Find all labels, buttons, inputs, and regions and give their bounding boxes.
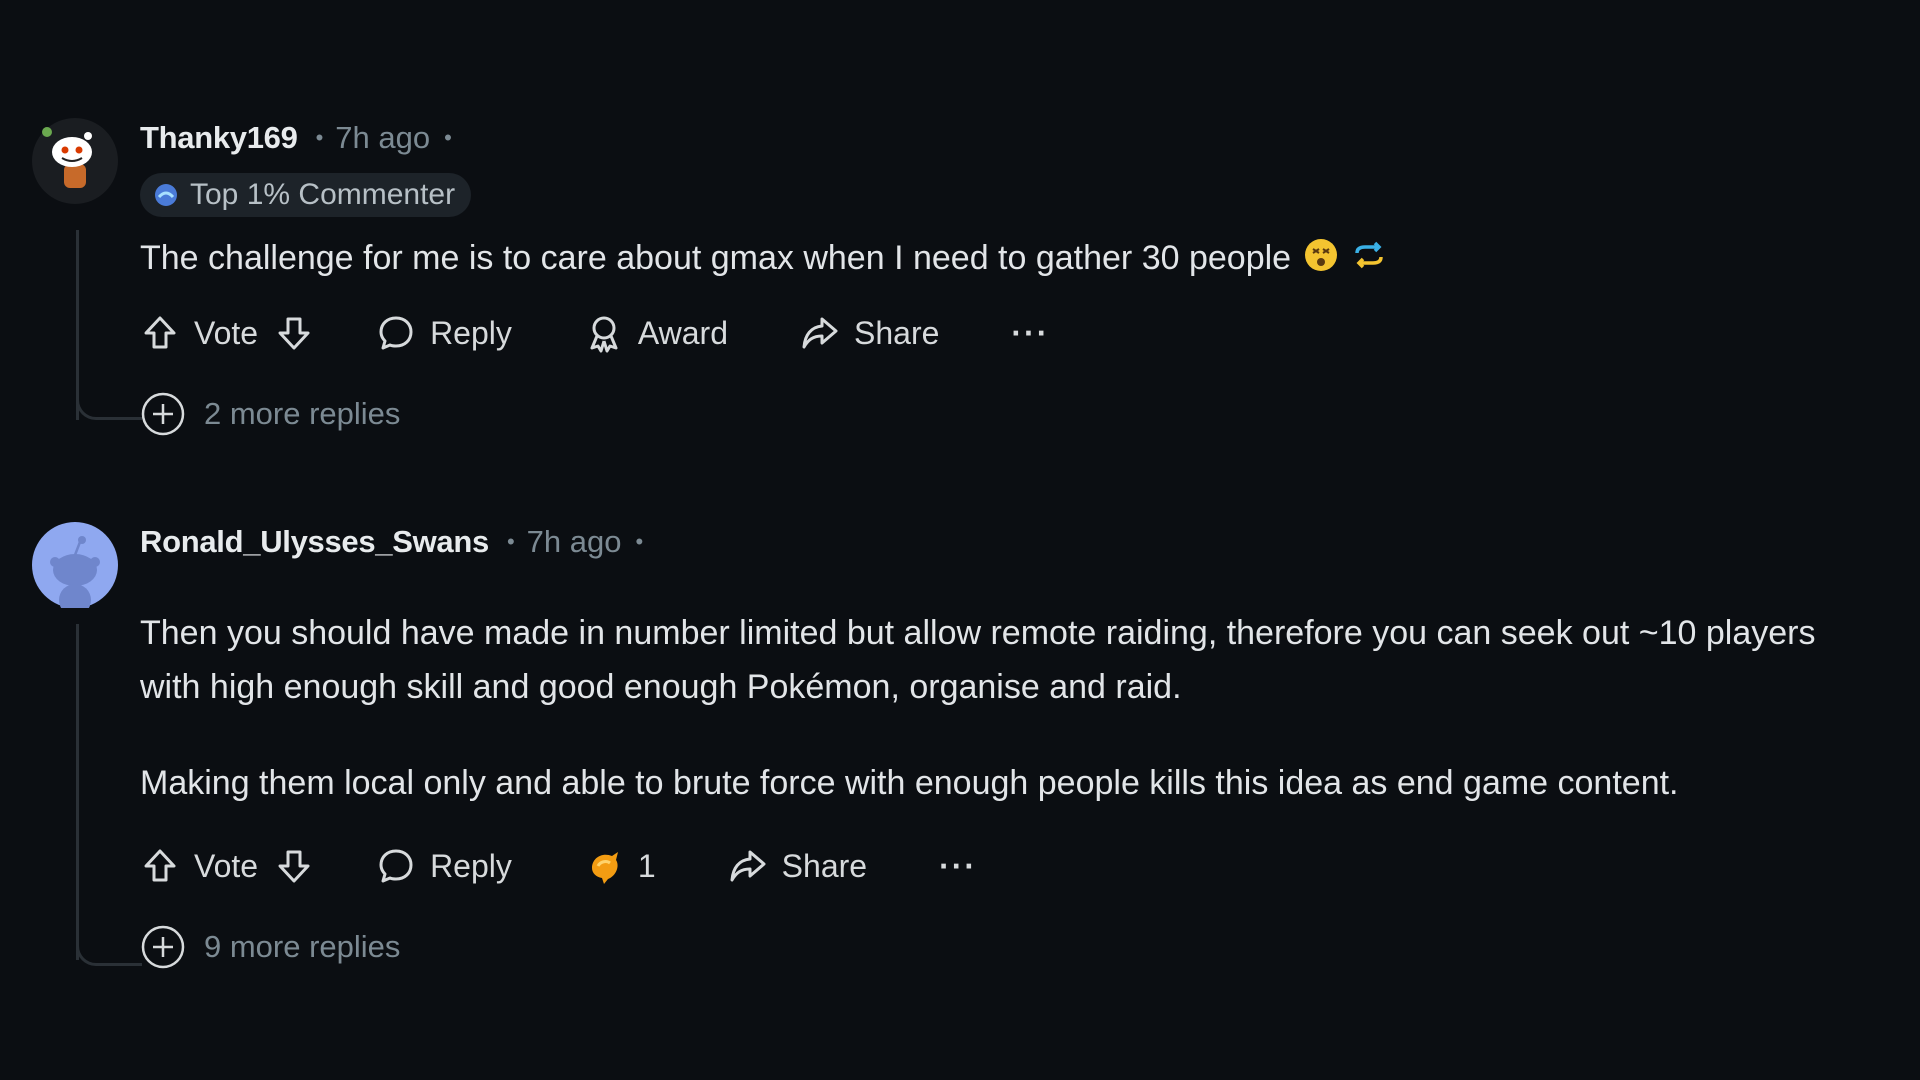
- vote-count: Vote: [194, 847, 259, 884]
- upvote-icon: [144, 849, 176, 882]
- expand-icon: [141, 925, 185, 969]
- award-emoji-icon: [591, 852, 618, 884]
- share-icon: [802, 317, 838, 349]
- comment-actions: Vote Reply Award Share ···: [140, 305, 1872, 361]
- reply-icon: [379, 316, 413, 350]
- downvote-button[interactable]: [274, 313, 314, 353]
- more-icon: ···: [1011, 314, 1050, 351]
- comment-actions: Vote Reply 1 Share ···: [140, 838, 1872, 894]
- thread-connector: [76, 396, 142, 420]
- timestamp[interactable]: 7h ago: [335, 120, 430, 156]
- dizzy-face-emoji-icon: [1305, 239, 1338, 271]
- username[interactable]: Ronald_Ulysses_Swans: [140, 524, 489, 560]
- timestamp[interactable]: 7h ago: [527, 524, 622, 560]
- avatar[interactable]: [32, 118, 118, 204]
- comment-meta: Thanky169 • 7h ago •: [140, 118, 1872, 158]
- username[interactable]: Thanky169: [140, 120, 298, 156]
- flair-label: Top 1% Commenter: [190, 178, 456, 211]
- award-button[interactable]: 1: [584, 846, 656, 886]
- upvote-button[interactable]: [140, 313, 180, 353]
- more-replies-label: 2 more replies: [204, 396, 401, 431]
- thread-line[interactable]: [76, 624, 79, 960]
- upvote-button[interactable]: [140, 846, 180, 886]
- more-options-button[interactable]: ···: [1011, 315, 1049, 352]
- award-count: 1: [637, 847, 656, 884]
- separator-dot: •: [506, 529, 515, 554]
- share-icon: [730, 850, 766, 882]
- more-replies-link[interactable]: 2 more replies: [140, 391, 1872, 437]
- comment-meta: Ronald_Ulysses_Swans • 7h ago •: [140, 522, 1872, 562]
- achievement-icon: [155, 184, 177, 206]
- avatar[interactable]: [32, 522, 118, 608]
- downvote-icon: [278, 850, 310, 883]
- more-replies-link[interactable]: 9 more replies: [140, 924, 1872, 970]
- award-button[interactable]: Award: [584, 313, 728, 353]
- comment-text: The challenge for me is to care about gm…: [140, 231, 1872, 285]
- vote-count: Vote: [194, 314, 259, 351]
- comment-body: The challenge for me is to care about gm…: [140, 239, 1292, 277]
- share-button[interactable]: Share: [800, 313, 939, 353]
- reply-icon: [379, 849, 413, 883]
- downvote-icon: [278, 317, 310, 350]
- share-label: Share: [781, 847, 868, 884]
- more-icon: ···: [939, 847, 978, 884]
- reply-label: Reply: [430, 314, 512, 351]
- downvote-button[interactable]: [274, 846, 314, 886]
- award-icon: [590, 316, 618, 353]
- repeat-arrows-emoji-icon: [1355, 241, 1383, 269]
- more-replies-label: 9 more replies: [204, 929, 401, 964]
- upvote-icon: [144, 316, 176, 349]
- reply-button[interactable]: Reply: [376, 846, 512, 886]
- comment-paragraph: Then you should have made in number limi…: [140, 614, 1816, 706]
- snoo-avatar-icon: [32, 118, 118, 204]
- comment-paragraph: Making them local only and able to brute…: [140, 764, 1679, 802]
- reply-label: Reply: [430, 847, 512, 884]
- award-label: Award: [637, 314, 728, 351]
- comment-text: Then you should have made in number limi…: [140, 606, 1880, 810]
- thread-line[interactable]: [76, 230, 79, 420]
- expand-icon: [141, 392, 185, 436]
- share-button[interactable]: Share: [728, 846, 867, 886]
- default-snoo-avatar-icon: [32, 522, 118, 608]
- separator-dot: •: [444, 125, 452, 150]
- user-flair: Top 1% Commenter: [140, 173, 472, 217]
- reply-button[interactable]: Reply: [376, 313, 512, 353]
- separator-dot: •: [315, 125, 324, 150]
- share-label: Share: [854, 314, 940, 351]
- thread-connector: [76, 942, 142, 966]
- separator-dot: •: [635, 529, 644, 554]
- more-options-button[interactable]: ···: [939, 848, 977, 885]
